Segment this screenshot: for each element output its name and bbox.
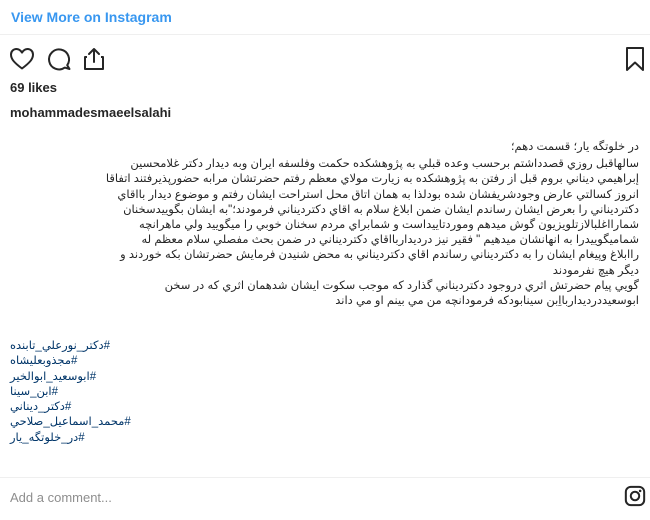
- likes-count[interactable]: 69 likes: [10, 80, 57, 96]
- comment-bar: [0, 478, 650, 518]
- username[interactable]: mohammadesmaeelsalahi: [10, 105, 171, 121]
- instagram-embed-card: View More on Instagram 69 likes mohammad…: [0, 0, 650, 520]
- caption-line: دکترديناني را بعرض ايشان رساندم ايشان ضم…: [123, 203, 639, 216]
- caption-line: در خلوتگه یار؛ قسمت دهم؛: [510, 141, 639, 153]
- caption-line: ديگر هيچ نفرمودند: [552, 264, 639, 277]
- caption-line: راابلاغ وپيغام ايشان را به دکترديناني رس…: [120, 249, 639, 262]
- top-divider: [0, 34, 650, 35]
- bookmark-icon[interactable]: [622, 46, 648, 72]
- caption-line: شماميگوييدرا به انهانشان ميدهيم " فقير ن…: [141, 234, 639, 247]
- comment-icon[interactable]: [46, 46, 72, 72]
- hashtag-link[interactable]: #در_خلوتگه_يار: [10, 431, 131, 446]
- hashtag-link[interactable]: #دکتر_ديناني: [10, 400, 131, 415]
- comment-input[interactable]: [10, 487, 570, 507]
- caption-line: سالهاقبل روزي قصدداشتم برحسب وعده قبلي ب…: [130, 158, 639, 171]
- hashtag-link[interactable]: #مجذوبعليشاه: [10, 354, 131, 369]
- post-caption: در خلوتگه یار؛ قسمت دهم؛ سالهاقبل روزي ق…: [11, 140, 639, 309]
- hashtag-link[interactable]: #ابوسعيد_ابوالخير: [10, 370, 131, 385]
- view-more-link[interactable]: View More on Instagram: [11, 8, 172, 26]
- hashtag-link[interactable]: #دکتر_نورعلي_تابنده: [10, 339, 131, 354]
- caption-line: ابوسعيددرديداربااِبن سينابودکه فرمودانچه…: [335, 295, 639, 308]
- caption-line: إبراهيمي ديناني بروم قبل از رفتن به پژوه…: [105, 173, 639, 186]
- hashtag-link[interactable]: #ابن_سينا: [10, 385, 131, 400]
- caption-line: گويي پيام حضرتش اثري دروجود دکترديناني گ…: [164, 279, 639, 292]
- heart-icon[interactable]: [9, 46, 35, 72]
- instagram-icon[interactable]: [624, 485, 646, 507]
- share-icon[interactable]: [81, 46, 107, 72]
- hashtag-link[interactable]: #محمد_اسماعيل_صلاحي: [10, 415, 131, 430]
- caption-line: شمارااغلبالازتلويزيون گوش ميدهم وموردتاي…: [139, 219, 639, 232]
- caption-line: انروز کسالتي عارض وجودشريفشان شده بودلذا…: [117, 188, 639, 201]
- hashtag-list: #دکتر_نورعلي_تابنده #مجذوبعليشاه #ابوسعي…: [10, 339, 131, 446]
- action-bar: [0, 44, 650, 76]
